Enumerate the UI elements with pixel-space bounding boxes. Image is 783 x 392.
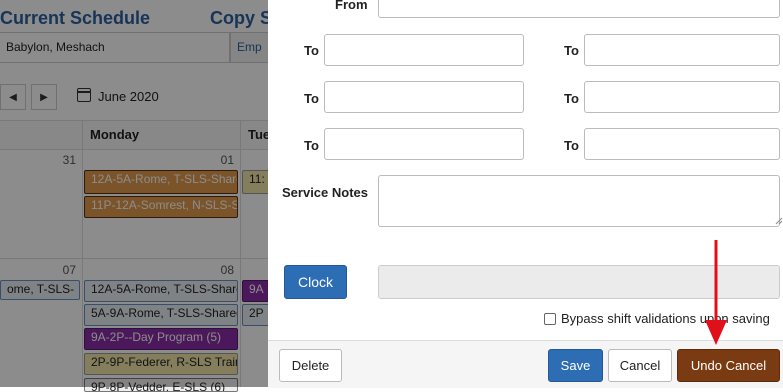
from-label: From bbox=[335, 0, 368, 12]
to-input-1[interactable] bbox=[324, 34, 524, 66]
from-input[interactable] bbox=[378, 0, 780, 18]
bypass-validation-label: Bypass shift validations upon saving bbox=[561, 311, 770, 326]
to-input-2[interactable] bbox=[584, 34, 780, 66]
bypass-validation-checkbox[interactable] bbox=[544, 312, 556, 325]
to-label: To bbox=[564, 138, 579, 153]
to-input-6[interactable] bbox=[584, 128, 780, 160]
service-notes-label: Service Notes bbox=[282, 185, 368, 200]
clock-button[interactable]: Clock bbox=[284, 265, 347, 299]
cancel-button[interactable]: Cancel bbox=[608, 349, 672, 382]
to-label: To bbox=[564, 91, 579, 106]
save-button[interactable]: Save bbox=[548, 349, 603, 382]
modal-backdrop bbox=[0, 0, 268, 387]
clock-display bbox=[378, 265, 780, 299]
modal-footer: Delete Save Cancel Undo Cancel bbox=[268, 340, 783, 388]
edit-shift-modal: From To To To To To To Service Notes Clo… bbox=[268, 0, 783, 388]
service-notes-textarea[interactable] bbox=[378, 175, 780, 227]
to-input-3[interactable] bbox=[324, 81, 524, 113]
to-label: To bbox=[304, 138, 319, 153]
bypass-validation-row[interactable]: Bypass shift validations upon saving bbox=[544, 311, 770, 326]
undo-cancel-button[interactable]: Undo Cancel bbox=[677, 349, 780, 382]
to-label: To bbox=[304, 91, 319, 106]
resize-handle-icon[interactable] bbox=[775, 217, 783, 225]
delete-button[interactable]: Delete bbox=[279, 349, 342, 382]
to-label: To bbox=[564, 43, 579, 58]
to-label: To bbox=[304, 43, 319, 58]
to-input-4[interactable] bbox=[584, 81, 780, 113]
to-input-5[interactable] bbox=[324, 128, 524, 160]
